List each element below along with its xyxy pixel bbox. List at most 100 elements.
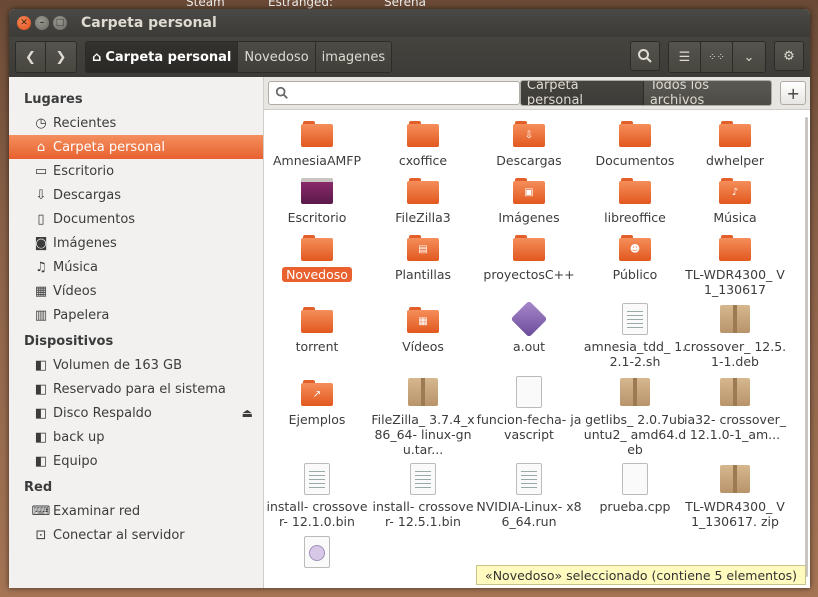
- sidebar-item-label: Documentos: [53, 211, 136, 227]
- chevron-left-icon: ❮: [25, 49, 36, 65]
- folder-icon: [301, 174, 333, 206]
- settings-button[interactable]: ⚙: [774, 41, 804, 71]
- file-item[interactable]: TL-WDR4300_ V1_130617. zip: [682, 463, 788, 529]
- sidebar-item[interactable]: ▯ Documentos: [9, 207, 263, 231]
- minimize-button[interactable]: –: [35, 16, 49, 30]
- sidebar-item-label: Música: [53, 259, 98, 275]
- sidebar-item-label: Volumen de 163 GB: [53, 357, 183, 373]
- chevron-right-icon: ❯: [55, 49, 67, 65]
- folder-icon: ▣: [513, 174, 545, 206]
- sidebar-item-label: Imágenes: [53, 235, 117, 251]
- sidebar-item[interactable]: ▥ Papelera: [9, 303, 263, 327]
- file-item[interactable]: dwhelper: [682, 117, 788, 168]
- file-item[interactable]: ▣ Imágenes: [476, 174, 582, 225]
- sidebar-item[interactable]: ◧ Equipo: [9, 449, 263, 473]
- sidebar-item[interactable]: ◧ Reservado para el sistema: [9, 377, 263, 401]
- clock-icon: ◷: [35, 115, 47, 131]
- add-filter-button[interactable]: +: [780, 81, 807, 105]
- grid-view-button[interactable]: ⁘⁘: [701, 42, 733, 72]
- package-icon: [719, 463, 751, 495]
- file-item[interactable]: Escritorio: [264, 174, 370, 225]
- folder-icon: ▦: [407, 303, 439, 335]
- breadcrumb-home[interactable]: ⌂ Carpeta personal: [86, 42, 239, 72]
- folder-icon: [407, 117, 439, 149]
- sidebar-item-label: back up: [53, 429, 105, 445]
- file-item[interactable]: ▦ Vídeos: [370, 303, 476, 354]
- folder-icon: [301, 231, 333, 263]
- file-name: cxoffice: [398, 153, 448, 168]
- sidebar-item[interactable]: ◙ Imágenes: [9, 231, 263, 255]
- forward-button[interactable]: ❯: [46, 42, 76, 72]
- file-name: Documentos: [595, 153, 675, 168]
- file-item[interactable]: ▤ Plantillas: [370, 231, 476, 282]
- sidebar-item[interactable]: ◧ back up: [9, 425, 263, 449]
- binary-file-icon: [407, 463, 439, 495]
- search-input[interactable]: [295, 85, 495, 101]
- view-options-button[interactable]: ⌄: [733, 42, 765, 72]
- close-button[interactable]: ✕: [17, 16, 31, 30]
- file-item[interactable]: a.out: [476, 300, 582, 354]
- file-item[interactable]: libreoffice: [582, 174, 688, 225]
- breadcrumb-imagenes[interactable]: imagenes: [315, 42, 392, 72]
- file-item[interactable]: amnesia_tdd_ 1.2.1-2.sh: [582, 303, 688, 369]
- search-field[interactable]: [268, 81, 520, 105]
- drive-icon: ◧: [34, 357, 48, 373]
- breadcrumb-novedoso[interactable]: Novedoso: [238, 42, 316, 72]
- breadcrumb-label: Carpeta personal: [105, 49, 232, 65]
- file-item[interactable]: ia32- crossover_ 12.1.0-1_am...: [682, 376, 788, 442]
- file-item[interactable]: ♪ Música: [682, 174, 788, 225]
- sidebar-item[interactable]: ⌨ Examinar red: [9, 499, 263, 523]
- filter-type[interactable]: Todos los archivos: [643, 81, 772, 105]
- filter-location[interactable]: Carpeta personal: [520, 81, 644, 105]
- file-item[interactable]: ☻ Público: [582, 231, 688, 282]
- file-item[interactable]: NVIDIA-Linux- x86_64.run: [476, 463, 582, 529]
- file-item[interactable]: torrent: [264, 303, 370, 354]
- file-item[interactable]: crossover_ 12.5.1-1.deb: [682, 303, 788, 369]
- package-icon: [619, 376, 651, 408]
- desktop-label: Estranged:: [268, 0, 334, 9]
- sidebar-item[interactable]: ▦ Vídeos: [9, 279, 263, 303]
- file-item[interactable]: cxoffice: [370, 117, 476, 168]
- file-item[interactable]: install- crossover- 12.5.1.bin: [370, 463, 476, 529]
- sidebar-item[interactable]: ▭ Escritorio: [9, 159, 263, 183]
- eject-icon[interactable]: ⏏: [242, 406, 253, 420]
- sidebar-item[interactable]: ◧ Volumen de 163 GB: [9, 353, 263, 377]
- file-item[interactable]: FileZilla3: [370, 174, 476, 225]
- file-item[interactable]: install- crossover- 12.1.0.bin: [264, 463, 370, 529]
- file-item[interactable]: proyectosC++: [476, 231, 582, 282]
- breadcrumb: ⌂ Carpeta personal Novedoso imagenes: [85, 41, 393, 73]
- sidebar-item[interactable]: ⊡ Conectar al servidor: [9, 523, 263, 547]
- file-item[interactable]: [264, 536, 370, 572]
- search-button[interactable]: [630, 41, 660, 71]
- file-item[interactable]: getlibs_ 2.0.7ubuntu2_ amd64.deb: [582, 376, 688, 457]
- folder-icon: [301, 303, 333, 335]
- file-item[interactable]: ⇩ Descargas: [476, 117, 582, 168]
- file-item[interactable]: Documentos: [582, 117, 688, 168]
- folder-icon: [719, 117, 751, 149]
- sidebar-item-label: Descargas: [53, 187, 122, 203]
- file-name: TL-WDR4300_ V1_130617: [685, 267, 785, 297]
- file-name: Plantillas: [394, 267, 452, 282]
- drive-icon: ◧: [34, 453, 48, 469]
- sidebar-item[interactable]: ⇩ Descargas: [9, 183, 263, 207]
- sidebar-item[interactable]: ◧ Disco Respaldo ⏏: [9, 401, 263, 425]
- file-item[interactable]: prueba.cpp: [582, 463, 688, 514]
- back-button[interactable]: ❮: [16, 42, 46, 72]
- package-icon: [719, 303, 751, 335]
- scrollbar[interactable]: [805, 117, 808, 577]
- file-name: ia32- crossover_ 12.1.0-1_am...: [683, 412, 787, 442]
- file-item[interactable]: ↗ Ejemplos: [264, 376, 370, 427]
- file-item[interactable]: Novedoso: [264, 231, 370, 282]
- file-item[interactable]: funcion-fecha- javascript: [476, 376, 582, 442]
- trash-icon: ▥: [34, 307, 48, 323]
- list-view-button[interactable]: ☰: [669, 42, 701, 72]
- file-item[interactable]: FileZilla_ 3.7.4_x86_64- linux-gnu.tar..…: [370, 376, 476, 457]
- maximize-button[interactable]: □: [53, 16, 67, 30]
- sidebar-item[interactable]: ⌂ Carpeta personal: [9, 135, 263, 159]
- sidebar-item[interactable]: ◷ Recientes: [9, 111, 263, 135]
- folder-icon: ⇩: [513, 117, 545, 149]
- package-icon: [407, 376, 439, 408]
- file-item[interactable]: AmnesiaAMFP: [264, 117, 370, 168]
- sidebar-item[interactable]: ♫ Música: [9, 255, 263, 279]
- file-item[interactable]: TL-WDR4300_ V1_130617: [682, 231, 788, 297]
